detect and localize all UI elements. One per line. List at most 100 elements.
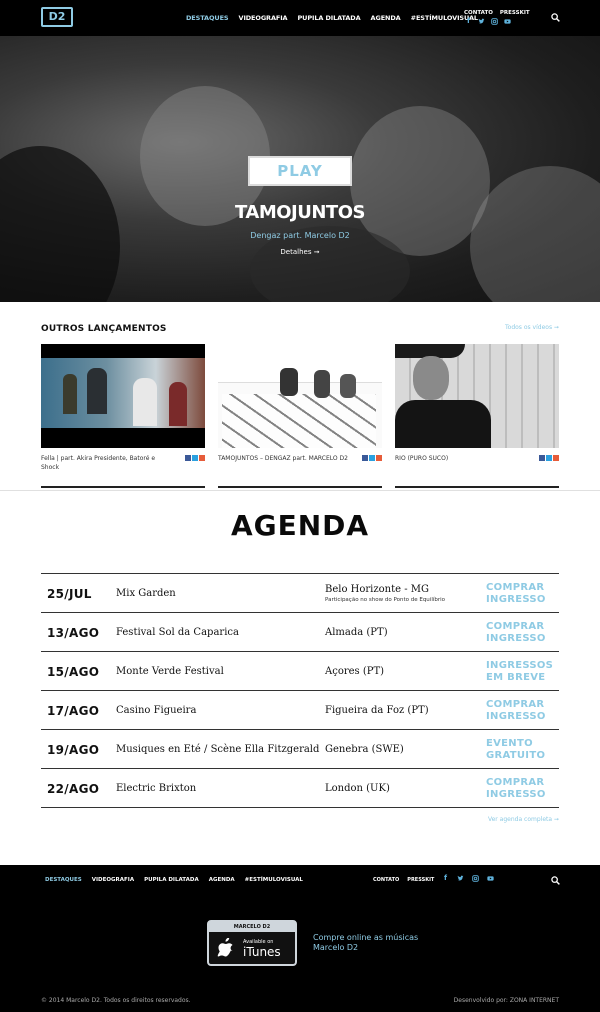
event-date: 17/AGO — [47, 704, 100, 718]
release-card[interactable]: RIO (PURO SUCO) — [395, 344, 559, 488]
itunes-name: iTunes — [243, 945, 281, 959]
twitter-share-icon[interactable] — [369, 455, 375, 461]
agenda-row: 22/AGO Electric Brixton London (UK) COMP… — [41, 769, 559, 808]
hero-subtitle[interactable]: Dengaz part. Marcelo D2 — [200, 231, 400, 240]
social-links: f — [465, 18, 511, 25]
facebook-icon[interactable]: f — [465, 18, 472, 25]
event-date: 25/JUL — [47, 587, 92, 601]
footer-nav-estimulovisual[interactable]: #ESTÍMULOVISUAL — [245, 877, 303, 883]
twitter-icon[interactable] — [478, 18, 485, 25]
copyright: © 2014 Marcelo D2. Todos os direitos res… — [41, 997, 191, 1004]
ticket-button[interactable]: COMPRAR INGRESSO — [486, 621, 566, 645]
video-thumbnail[interactable] — [395, 344, 559, 448]
footer: DESTAQUES VIDEOGRAFIA PUPILA DILATADA AG… — [0, 865, 600, 1012]
facebook-icon[interactable]: f — [442, 875, 449, 882]
event-city: Genebra (SWE) — [325, 744, 404, 755]
thumbnail-person — [87, 368, 107, 414]
details-link[interactable]: Detalhes ➞ — [200, 248, 400, 256]
nav-item-videografia[interactable]: VIDEOGRAFIA — [239, 14, 288, 22]
itunes-artist-label: MARCELO D2 — [209, 922, 295, 932]
footer-nav-pupila-dilatada[interactable]: PUPILA DILATADA — [144, 877, 199, 883]
full-agenda-link[interactable]: Ver agenda completa ➞ — [488, 816, 559, 823]
google-plus-share-icon[interactable] — [199, 455, 205, 461]
footer-links: CONTATO PRESSKIT — [373, 877, 434, 883]
agenda-row: 17/AGO Casino Figueira Figueira da Foz (… — [41, 691, 559, 730]
ticket-button[interactable]: COMPRAR INGRESSO — [486, 777, 566, 801]
twitter-icon[interactable] — [457, 875, 464, 882]
google-plus-share-icon[interactable] — [376, 455, 382, 461]
footer-presskit-link[interactable]: PRESSKIT — [407, 877, 434, 883]
event-city: Almada (PT) — [325, 627, 388, 638]
agenda-title: AGENDA — [230, 509, 370, 542]
event-name: Musiques en Eté / Scène Ella Fitzgerald — [116, 744, 320, 755]
event-date: 13/AGO — [47, 626, 100, 640]
youtube-icon[interactable] — [487, 875, 494, 882]
agenda-section: AGENDA 25/JUL Mix Garden Belo Horizonte … — [0, 490, 600, 865]
search-icon[interactable] — [551, 13, 560, 22]
contato-link[interactable]: CONTATO — [464, 10, 493, 16]
thumbnail-wall-art — [222, 394, 376, 448]
thumbnail-person — [314, 370, 330, 398]
play-button[interactable]: PLAY — [248, 156, 352, 186]
facebook-share-icon[interactable] — [185, 455, 191, 461]
agenda-row: 13/AGO Festival Sol da Caparica Almada (… — [41, 613, 559, 652]
hero-video-banner[interactable]: PLAY TAMOJUNTOS Dengaz part. Marcelo D2 … — [0, 36, 600, 302]
instagram-icon[interactable] — [472, 875, 479, 882]
card-divider — [41, 486, 205, 488]
presskit-link[interactable]: PRESSKIT — [500, 10, 530, 16]
ticket-button[interactable]: COMPRAR INGRESSO — [486, 699, 566, 723]
video-thumbnail[interactable] — [41, 344, 205, 448]
instagram-icon[interactable] — [491, 18, 498, 25]
event-name: Festival Sol da Caparica — [116, 627, 239, 638]
agenda-row: 25/JUL Mix Garden Belo Horizonte - MG Pa… — [41, 574, 559, 613]
card-divider — [395, 486, 559, 488]
thumbnail-person — [280, 368, 298, 396]
release-caption[interactable]: Fella | part. Akira Presidente, Batoré e… — [41, 454, 171, 472]
nav-item-pupila-dilatada[interactable]: PUPILA DILATADA — [298, 14, 361, 22]
search-icon[interactable] — [551, 876, 560, 885]
event-date: 19/AGO — [47, 743, 100, 757]
youtube-icon[interactable] — [504, 18, 511, 25]
agenda-row: 15/AGO Monte Verde Festival Açores (PT) … — [41, 652, 559, 691]
all-videos-link[interactable]: Todos os vídeos ➞ — [505, 324, 559, 331]
agenda-row: 19/AGO Musiques en Eté / Scène Ella Fitz… — [41, 730, 559, 769]
share-icons — [539, 455, 559, 461]
footer-social-links: f — [442, 875, 494, 882]
event-name: Monte Verde Festival — [116, 666, 224, 677]
developer-credit[interactable]: Desenvolvido por: ZONA INTERNET — [454, 997, 559, 1004]
ticket-button[interactable]: COMPRAR INGRESSO — [486, 582, 566, 606]
nav-item-destaques[interactable]: DESTAQUES — [186, 14, 229, 22]
footer-nav-videografia[interactable]: VIDEOGRAFIA — [92, 877, 134, 883]
event-note: Participação no show do Ponto de Equilíb… — [325, 597, 446, 603]
event-date: 22/AGO — [47, 782, 100, 796]
release-card[interactable]: Fella | part. Akira Presidente, Batoré e… — [41, 344, 205, 488]
facebook-share-icon[interactable] — [539, 455, 545, 461]
google-plus-share-icon[interactable] — [553, 455, 559, 461]
section-title: OUTROS LANÇAMENTOS — [41, 324, 167, 334]
release-caption[interactable]: RIO (PURO SUCO) — [395, 454, 525, 463]
release-caption[interactable]: TAMOJUNTOS – DENGAZ part. MARCELO D2 — [218, 454, 348, 463]
buy-online-link[interactable]: Compre online as músicas Marcelo D2 — [313, 933, 423, 953]
thumbnail-person — [169, 382, 187, 426]
thumbnail-person — [133, 378, 157, 426]
footer-nav-destaques[interactable]: DESTAQUES — [45, 877, 82, 883]
card-divider — [218, 486, 382, 488]
facebook-share-icon[interactable] — [362, 455, 368, 461]
footer-nav: DESTAQUES VIDEOGRAFIA PUPILA DILATADA AG… — [45, 877, 303, 883]
footer-contato-link[interactable]: CONTATO — [373, 877, 399, 883]
ticket-status[interactable]: EVENTO GRATUITO — [486, 738, 566, 762]
footer-nav-agenda[interactable]: AGENDA — [209, 877, 235, 883]
release-card[interactable]: TAMOJUNTOS – DENGAZ part. MARCELO D2 — [218, 344, 382, 488]
hero-title: TAMOJUNTOS — [235, 202, 365, 223]
nav-item-agenda[interactable]: AGENDA — [371, 14, 401, 22]
event-city: Açores (PT) — [325, 666, 385, 677]
event-city: Belo Horizonte - MG — [325, 584, 430, 595]
d2-logo[interactable]: D2 — [41, 7, 73, 27]
ticket-status[interactable]: INGRESSOS EM BREVE — [486, 660, 566, 684]
twitter-share-icon[interactable] — [192, 455, 198, 461]
video-thumbnail[interactable] — [218, 344, 382, 448]
share-icons — [185, 455, 205, 461]
itunes-badge[interactable]: MARCELO D2 Available on iTunes — [207, 920, 297, 966]
twitter-share-icon[interactable] — [546, 455, 552, 461]
thumbnail-person-face — [413, 356, 449, 400]
